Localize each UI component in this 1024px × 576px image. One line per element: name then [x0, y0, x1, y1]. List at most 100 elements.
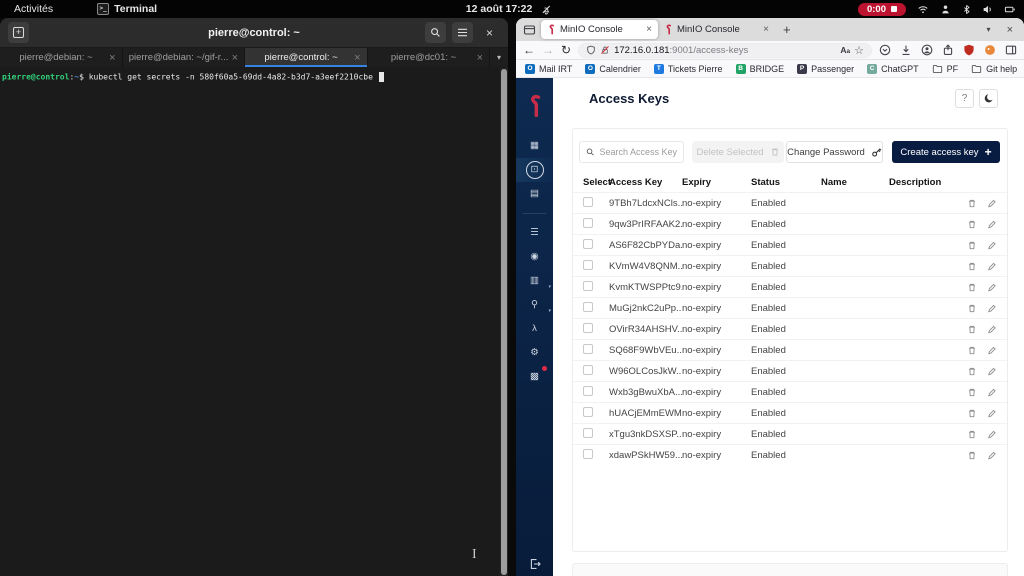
row-checkbox[interactable] — [583, 260, 593, 270]
tab-close-icon[interactable]: × — [763, 24, 769, 35]
edit-icon[interactable] — [987, 345, 997, 356]
table-row[interactable]: xdawPSkHW59... no-expiry Enabled — [573, 444, 1007, 465]
help-button[interactable]: ? — [955, 89, 974, 108]
row-checkbox[interactable] — [583, 323, 593, 333]
table-row[interactable]: 9TBh7LdcxNCls... no-expiry Enabled — [573, 192, 1007, 213]
edit-icon[interactable] — [987, 282, 997, 293]
change-password-button[interactable]: Change Password — [786, 141, 883, 163]
create-access-key-button[interactable]: Create access key + — [892, 141, 1000, 163]
row-checkbox[interactable] — [583, 365, 593, 375]
edit-icon[interactable] — [987, 387, 997, 398]
bookmark-chatgpt[interactable]: C ChatGPT — [867, 64, 919, 74]
bookmark-passenger[interactable]: P Passenger — [797, 64, 854, 74]
delete-icon[interactable] — [967, 261, 977, 272]
delete-icon[interactable] — [967, 408, 977, 419]
downloads-icon[interactable] — [900, 44, 912, 56]
table-row[interactable]: AS6F82CbPYDa... no-expiry Enabled — [573, 234, 1007, 255]
clock-menu[interactable]: 12 août 17:22 — [466, 3, 552, 15]
delete-icon[interactable] — [967, 345, 977, 356]
forward-button[interactable]: → — [542, 44, 554, 56]
sidebar-item-notifications-lambda[interactable]: λ — [516, 317, 553, 341]
bookmark-git-help[interactable]: Git help — [971, 64, 1017, 74]
table-row[interactable]: SQ68F9WbVEu... no-expiry Enabled — [573, 339, 1007, 360]
row-checkbox[interactable] — [583, 281, 593, 291]
terminal-tab-control[interactable]: pierre@control: ~ × — [245, 48, 368, 67]
new-tab-button[interactable]: + — [8, 22, 29, 43]
sidebar-item-license[interactable]: ▩ — [516, 365, 553, 389]
table-row[interactable]: xTgu3nkDSXSP... no-expiry Enabled — [573, 423, 1007, 444]
bookmark-bridge[interactable]: B BRIDGE — [736, 64, 785, 74]
delete-icon[interactable] — [967, 219, 977, 230]
edit-icon[interactable] — [987, 261, 997, 272]
sidebar-item-access-keys[interactable]: ⊡ — [516, 158, 553, 182]
scrollbar-thumb[interactable] — [501, 69, 507, 575]
sidebar-item-settings[interactable]: ⚙ — [516, 341, 553, 365]
bookmark-calendrier[interactable]: O Calendrier — [585, 64, 641, 74]
bookmark-tickets-pierre[interactable]: T Tickets Pierre — [654, 64, 723, 74]
delete-icon[interactable] — [967, 303, 977, 314]
window-close-button[interactable]: × — [1007, 24, 1013, 36]
terminal-tab-dc01[interactable]: pierre@dc01: ~ × — [368, 48, 491, 67]
edit-icon[interactable] — [987, 366, 997, 377]
row-checkbox[interactable] — [583, 407, 593, 417]
table-row[interactable]: MuGj2nkC2uPp... no-expiry Enabled — [573, 297, 1007, 318]
terminal-tab-debian-home[interactable]: pierre@debian: ~ × — [0, 48, 123, 67]
tab-close-icon[interactable]: × — [109, 52, 115, 64]
focused-app-menu[interactable]: >_ Terminal — [97, 3, 157, 15]
sidebar-item-logout[interactable] — [516, 558, 553, 570]
search-input[interactable] — [600, 147, 677, 157]
terminal-menu-button[interactable] — [452, 22, 473, 43]
table-row[interactable]: Wxb3gBwuXbA... no-expiry Enabled — [573, 381, 1007, 402]
sidebar-item-events[interactable]: ◉ — [516, 245, 553, 269]
delete-icon[interactable] — [967, 429, 977, 440]
tab-close-icon[interactable]: × — [354, 52, 360, 64]
firefox-view-icon[interactable] — [523, 24, 536, 36]
system-status-area[interactable]: 0:00 — [858, 3, 1016, 16]
table-row[interactable]: KvmKTWSPPtc9... no-expiry Enabled — [573, 276, 1007, 297]
table-row[interactable]: hUACjEMmEWM... no-expiry Enabled — [573, 402, 1007, 423]
insecure-lock-icon[interactable] — [600, 45, 610, 55]
sidebar-item-monitoring[interactable]: ☰ — [516, 221, 553, 245]
browser-tab-minio-2[interactable]: MinIO Console × — [658, 20, 775, 39]
edit-icon[interactable] — [987, 324, 997, 335]
sidebar-item-buckets[interactable]: ▦ — [516, 134, 553, 158]
row-checkbox[interactable] — [583, 218, 593, 228]
tab-list-chevron-icon[interactable]: ▾ — [490, 48, 508, 67]
screen-recording-indicator[interactable]: 0:00 — [858, 3, 906, 16]
edit-icon[interactable] — [987, 219, 997, 230]
edit-icon[interactable] — [987, 429, 997, 440]
edit-icon[interactable] — [987, 198, 997, 209]
delete-icon[interactable] — [967, 240, 977, 251]
bookmark-star-icon[interactable]: ☆ — [854, 44, 864, 57]
edit-icon[interactable] — [987, 408, 997, 419]
tab-close-icon[interactable]: × — [232, 52, 238, 64]
shield-permissions-icon[interactable] — [586, 45, 596, 55]
table-row[interactable]: KVmW4V8QNM... no-expiry Enabled — [573, 255, 1007, 276]
delete-icon[interactable] — [967, 198, 977, 209]
terminal-screen[interactable]: pierre@control:~$ kubectl get secrets -n… — [0, 68, 508, 576]
delete-icon[interactable] — [967, 387, 977, 398]
ublock-shield-icon[interactable] — [963, 44, 975, 56]
table-row[interactable]: W96OLCosJkW... no-expiry Enabled — [573, 360, 1007, 381]
new-tab-button[interactable]: + — [783, 22, 791, 37]
terminal-tab-debian-gif[interactable]: pierre@debian: ~/gif-r... × — [123, 48, 246, 67]
tab-close-icon[interactable]: × — [477, 52, 483, 64]
terminal-search-button[interactable] — [425, 22, 446, 43]
tab-close-icon[interactable]: × — [646, 24, 652, 35]
row-checkbox[interactable] — [583, 344, 593, 354]
list-all-tabs-chevron-icon[interactable]: ▾ — [987, 25, 991, 34]
account-icon[interactable] — [921, 44, 933, 56]
delete-icon[interactable] — [967, 282, 977, 293]
sidebar-item-policies[interactable]: ▤ — [516, 182, 553, 206]
table-row[interactable]: OVirR34AHSHV... no-expiry Enabled — [573, 318, 1007, 339]
extension-icon[interactable] — [984, 44, 996, 56]
back-button[interactable]: ← — [523, 44, 535, 56]
row-checkbox[interactable] — [583, 302, 593, 312]
share-icon[interactable] — [942, 44, 954, 56]
bookmark-pf[interactable]: PF — [932, 64, 959, 74]
bookmark-mail-irt[interactable]: O Mail IRT — [525, 64, 572, 74]
translate-icon[interactable]: Aa — [840, 45, 850, 55]
delete-icon[interactable] — [967, 324, 977, 335]
url-bar[interactable]: 172.16.0.181:9001/access-keys Aa ☆ — [578, 43, 872, 58]
edit-icon[interactable] — [987, 240, 997, 251]
